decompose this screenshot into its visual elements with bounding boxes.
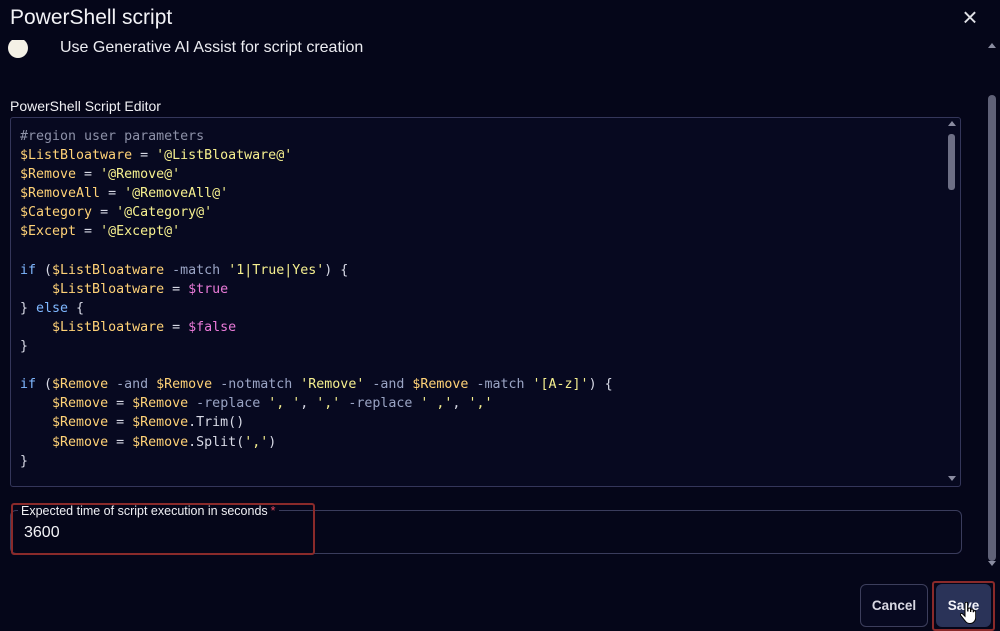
editor-label: PowerShell Script Editor: [10, 98, 161, 114]
editor-scrollbar[interactable]: [946, 118, 958, 484]
script-code[interactable]: #region user parameters $ListBloatware =…: [20, 127, 613, 471]
code-line: }: [20, 453, 29, 469]
cancel-button[interactable]: Cancel: [860, 584, 928, 627]
code-line: #region user parameters: [20, 129, 205, 144]
code-line: $Category = '@Category@': [20, 205, 213, 221]
code-line: $ListBloatware = $false: [52, 319, 237, 335]
scroll-up-icon[interactable]: [988, 43, 996, 48]
dialog-scrollbar[interactable]: [986, 40, 998, 570]
code-line: if ($Remove -and $Remove -notmatch 'Remo…: [20, 377, 613, 393]
code-line: $Except = '@Except@': [20, 224, 181, 240]
code-line: }: [20, 339, 29, 355]
code-line: $ListBloatware = $true: [52, 281, 229, 297]
required-mark: *: [270, 504, 276, 518]
code-line: $ListBloatware = '@ListBloatware@': [20, 148, 293, 164]
dialog-scroll-thumb[interactable]: [988, 95, 996, 561]
scroll-down-icon[interactable]: [948, 476, 956, 481]
scroll-down-icon[interactable]: [988, 561, 996, 566]
close-icon[interactable]: ×: [958, 4, 982, 30]
execution-time-label-text: Expected time of script execution in sec…: [21, 504, 268, 518]
editor-scroll-thumb[interactable]: [948, 134, 955, 190]
code-line: $Remove = $Remove -replace ', ', ',' -re…: [52, 396, 493, 412]
dialog-title: PowerShell script: [10, 6, 173, 29]
ai-assist-label: Use Generative AI Assist for script crea…: [60, 39, 364, 56]
code-line: } else {: [20, 300, 85, 316]
script-editor[interactable]: #region user parameters $ListBloatware =…: [10, 117, 961, 487]
code-line: $RemoveAll = '@RemoveAll@': [20, 186, 229, 202]
code-line: if ($ListBloatware -match '1|True|Yes') …: [20, 262, 349, 278]
ai-assist-toggle[interactable]: [8, 38, 28, 58]
execution-time-value[interactable]: 3600: [24, 524, 60, 542]
code-line: $Remove = $Remove.Trim(): [52, 415, 245, 431]
hand-cursor-icon: [960, 602, 976, 624]
scroll-up-icon[interactable]: [948, 121, 956, 126]
execution-time-label: Expected time of script execution in sec…: [18, 504, 279, 518]
code-line: $Remove = $Remove.Split(','): [52, 434, 277, 450]
code-line: $Remove = '@Remove@': [20, 167, 181, 183]
